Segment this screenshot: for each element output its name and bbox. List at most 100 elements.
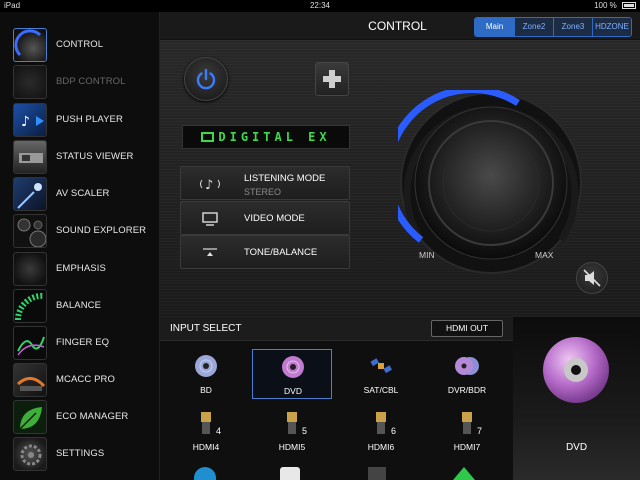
listening-mode-value: STEREO [244,187,282,197]
current-source-preview: DVD [513,317,640,480]
video-mode-label: VIDEO MODE [244,213,305,224]
svg-text:♪: ♪ [205,178,213,192]
av-scaler-icon [13,176,47,211]
status-bar: iPad 22:34 100 % [0,0,640,12]
source-label: HDMI5 [278,442,306,452]
source-dvd[interactable]: DVD [252,349,332,399]
sidebar-item-label: BALANCE [56,300,102,311]
zone-tab-zone2[interactable]: Zone2 [514,18,553,36]
power-button[interactable] [184,57,228,101]
hdmi-number: 7 [477,426,483,436]
volume-max-label: MAX [535,250,554,260]
discs-icon [455,357,479,375]
dpad-button[interactable] [315,62,349,96]
source-bd[interactable]: BD [166,349,246,399]
sidebar-item-label: SETTINGS [56,448,105,459]
digital-display: DIGITAL EX [182,125,350,149]
settings-icon [13,436,47,471]
sidebar-item-label: SOUND EXPLORER [56,225,147,236]
sidebar-item-finger-eq[interactable]: FINGER EQ [0,324,160,361]
sidebar-item-balance[interactable]: BALANCE [0,287,160,324]
satellite-icon [370,358,392,374]
sidebar-item-push-player[interactable]: ♪ PUSH PLAYER [0,101,160,138]
emphasis-icon [13,251,47,286]
source-hdmi5[interactable]: 5 HDMI5 [252,406,332,456]
sidebar-item-mcacc-pro[interactable]: MCACC PRO [0,361,160,398]
status-viewer-icon [13,139,47,174]
source-label: HDMI4 [192,442,220,452]
hdmi-number: 4 [216,426,222,436]
zone-tab-main[interactable]: Main [475,18,514,36]
bdp-control-icon [13,64,47,99]
push-player-icon: ♪ [13,102,47,137]
source-label: DVR/BDR [447,385,487,395]
device-icon[interactable] [368,467,386,480]
star-icon[interactable] [453,467,475,480]
control-icon [13,27,47,62]
tone-balance-button[interactable]: TONE/BALANCE [180,235,350,269]
input-select-panel: INPUT SELECT HDMI OUT BD DVD SAT/CBL DVR… [160,317,513,480]
sidebar-item-emphasis[interactable]: EMPHASIS [0,250,160,287]
sidebar-item-label: EMPHASIS [56,263,106,274]
sidebar-item-label: PUSH PLAYER [56,114,123,125]
mcacc-pro-icon [13,362,47,397]
video-mode-button[interactable]: VIDEO MODE [180,201,350,235]
zone-tab-zone3[interactable]: Zone3 [553,18,592,36]
display-logo-icon [201,132,215,142]
source-hdmi7[interactable]: 7 HDMI7 [427,406,507,456]
sidebar-item-settings[interactable]: SETTINGS [0,435,160,472]
volume-dial-icon [384,86,582,274]
hdmi-number: 6 [391,426,397,436]
listening-mode-button[interactable]: ♪ LISTENING MODE STEREO [180,166,350,200]
dpad-icon [323,70,341,88]
tone-balance-label: TONE/BALANCE [244,247,318,258]
hdmi-plug-icon [462,412,472,434]
control-panel: CONTROL Main Zone2 Zone3 HDZONE DIGITAL … [160,12,640,317]
source-label: HDMI6 [367,442,395,452]
source-label: BD [200,385,212,395]
sidebar-item-control[interactable]: CONTROL [0,26,160,63]
input-select-title: INPUT SELECT [170,323,242,334]
source-label: SAT/CBL [363,385,399,395]
display-text: DIGITAL EX [218,130,331,144]
zone-tab-hdzone[interactable]: HDZONE [592,18,631,36]
disc-icon [543,337,609,403]
hdmi-out-button[interactable]: HDMI OUT [431,320,503,337]
source-dvr-bdr[interactable]: DVR/BDR [427,349,507,399]
sidebar-item-label: AV SCALER [56,188,110,199]
eco-manager-icon [13,399,47,434]
mute-icon [583,269,601,287]
sidebar-item-label: STATUS VIEWER [56,151,134,162]
sidebar-item-eco-manager[interactable]: ECO MANAGER [0,398,160,435]
volume-knob[interactable] [384,86,584,276]
sidebar-item-label: ECO MANAGER [56,411,129,422]
battery-status: 100 % [594,0,636,12]
sidebar-item-sound-explorer[interactable]: SOUND EXPLORER [0,212,160,249]
sound-explorer-icon [13,213,47,248]
current-source-label: DVD [565,442,588,453]
sidebar-item-label: CONTROL [56,39,104,50]
sidebar-item-av-scaler[interactable]: AV SCALER [0,175,160,212]
disc-icon [195,355,217,377]
bluetooth-icon[interactable] [280,467,300,480]
balance-icon [13,288,47,323]
source-hdmi6[interactable]: 6 HDMI6 [341,406,421,456]
sidebar-item-label: MCACC PRO [56,374,115,385]
sidebar-item-label: BDP CONTROL [56,76,126,87]
sidebar-item-status-viewer[interactable]: STATUS VIEWER [0,138,160,175]
source-sat-cbl[interactable]: SAT/CBL [341,349,421,399]
hdmi-number: 5 [302,426,308,436]
finger-eq-icon [13,325,47,360]
source-label: DVD [284,386,302,396]
top-bar: CONTROL Main Zone2 Zone3 HDZONE [160,12,640,40]
sidebar-item-label: FINGER EQ [56,337,110,348]
mute-button[interactable] [576,262,608,294]
hdmi-plug-icon [376,412,386,434]
listening-mode-label: LISTENING MODE [244,173,326,184]
source-hdmi4[interactable]: 4 HDMI4 [166,406,246,456]
hdmi-plug-icon [201,412,211,434]
music-note-icon: ♪ [200,178,220,192]
sidebar: CONTROL BDP CONTROL ♪ PUSH PLAYER STATUS… [0,12,160,480]
globe-icon[interactable] [194,467,216,480]
sidebar-item-bdp-control[interactable]: BDP CONTROL [0,63,160,100]
